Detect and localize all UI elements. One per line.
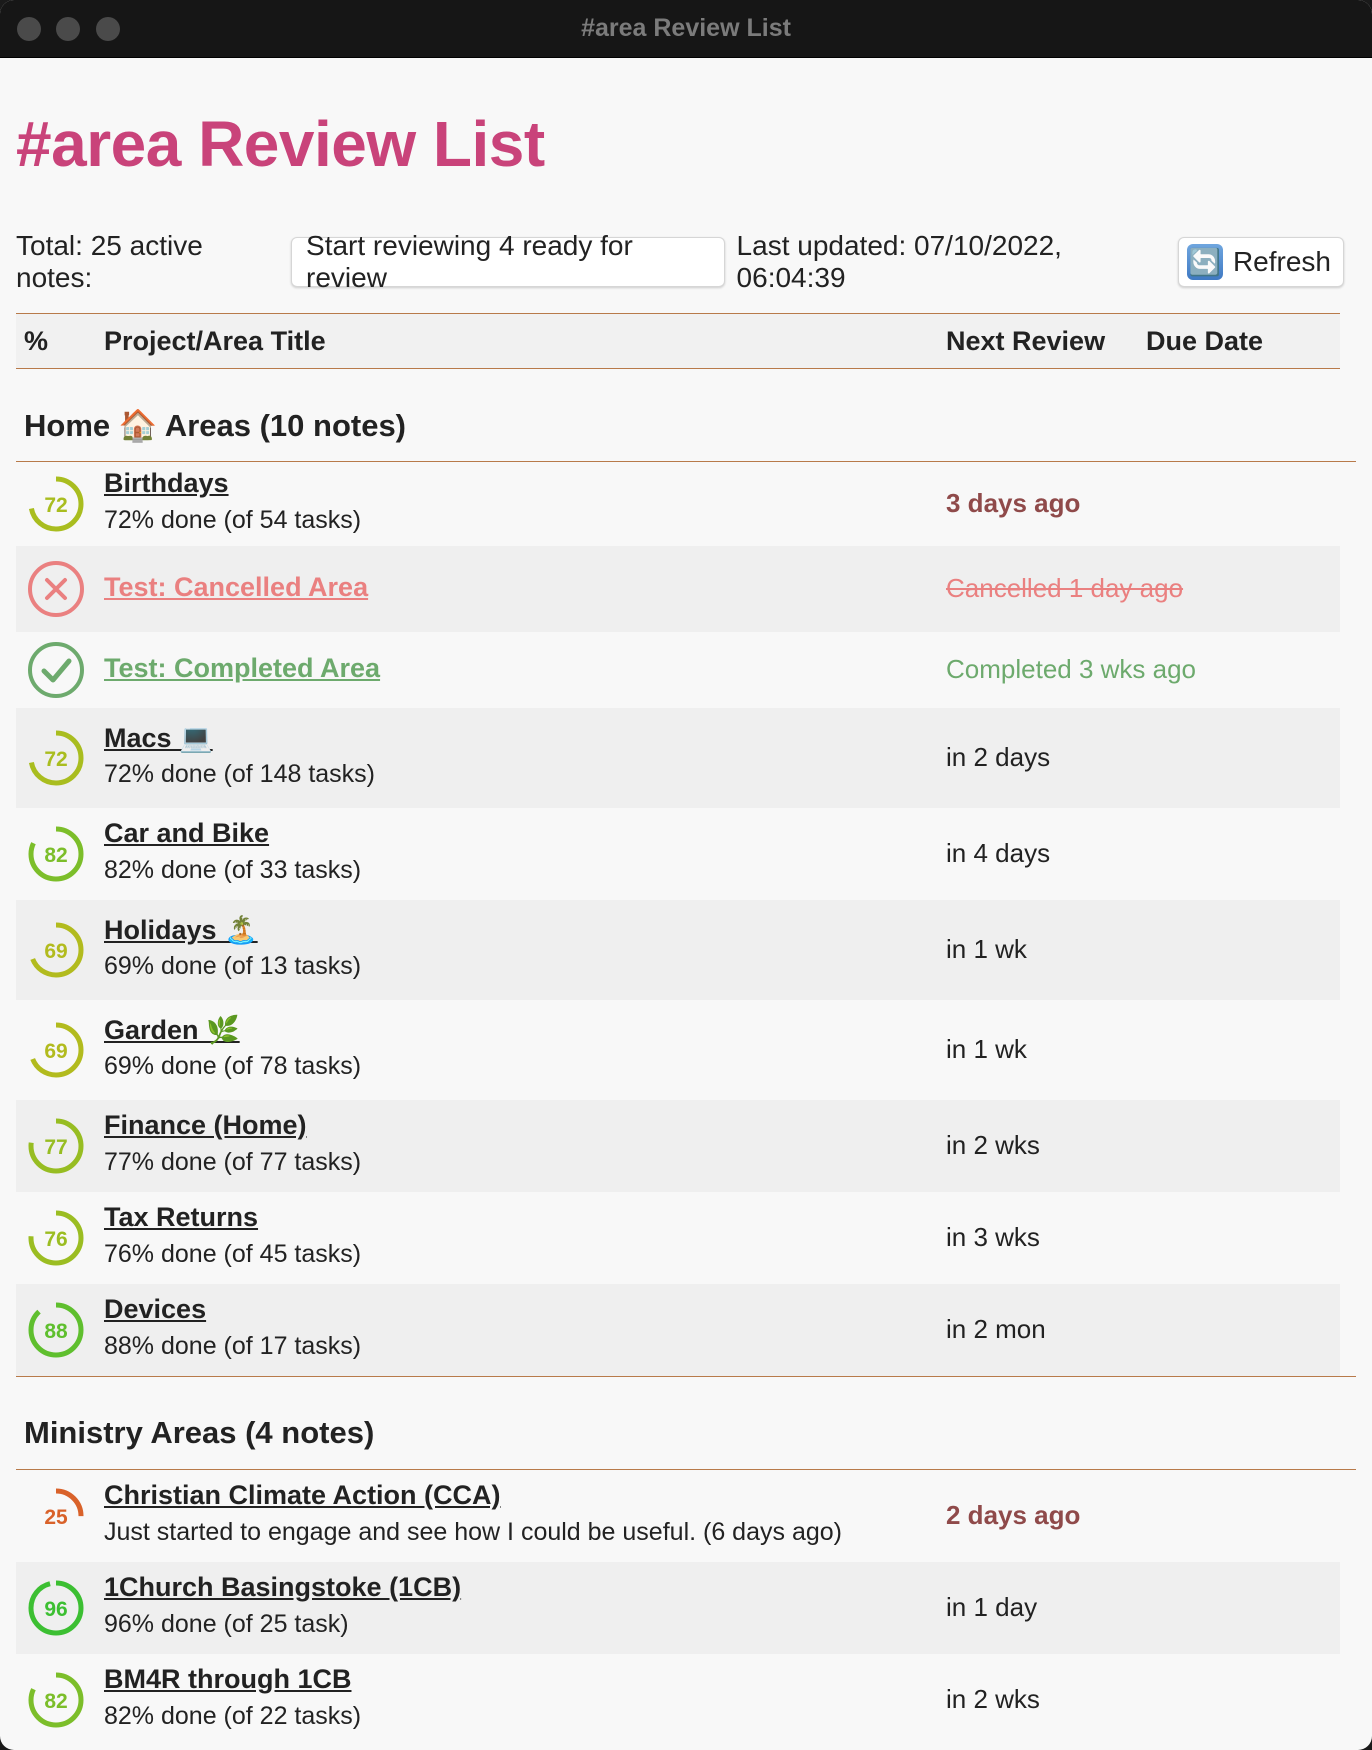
- table-row: 96 1Church Basingstoke (1CB) 96% done (of …: [16, 1562, 1340, 1654]
- progress-ring-icon: 72: [28, 730, 84, 786]
- table-row: 77 Finance (Home) 77% done (of 77 tasks) in…: [16, 1100, 1340, 1192]
- note-title-link[interactable]: Birthdays: [104, 468, 229, 499]
- table-row: 82 Car and Bike 82% done (of 33 tasks) in 4…: [16, 808, 1340, 900]
- note-title-link[interactable]: 1Church Basingstoke (1CB): [104, 1572, 461, 1603]
- progress-ring-icon: 96: [28, 1580, 84, 1636]
- refresh-button[interactable]: 🔄 Refresh: [1177, 237, 1344, 287]
- table-row: 69 Holidays 🏝️ 69% done (of 13 tasks) in 1 …: [16, 900, 1340, 1000]
- page-title: #area Review List: [16, 108, 545, 180]
- table-row: 76 Tax Returns 76% done (of 45 tasks) in 3 …: [16, 1192, 1340, 1284]
- next-review-value: in 2 wks: [946, 1684, 1040, 1714]
- next-review-value: in 2 wks: [946, 1130, 1040, 1160]
- svg-text:69: 69: [44, 940, 67, 963]
- progress-summary: 69% done (of 78 tasks): [104, 1052, 362, 1080]
- next-review-value: 3 days ago: [946, 488, 1081, 518]
- progress-ring-icon: 77: [28, 1118, 84, 1174]
- progress-ring-icon: 69: [28, 922, 84, 978]
- note-title-link[interactable]: Test: Cancelled Area: [104, 572, 368, 603]
- progress-ring-icon: 82: [28, 826, 84, 882]
- svg-text:76: 76: [44, 1228, 67, 1251]
- progress-ring-icon: 82: [28, 1672, 84, 1728]
- progress-ring-icon: 25: [28, 1488, 84, 1544]
- next-review-value: in 2 days: [946, 742, 1051, 772]
- section-title-text: Ministry Areas (4 notes): [24, 1415, 375, 1450]
- table-row: 69 Garden 🌿 69% done (of 78 tasks) in 1 wk: [16, 1000, 1340, 1100]
- progress-ring-icon: 76: [28, 1210, 84, 1266]
- note-title-link[interactable]: Finance (Home): [104, 1110, 307, 1141]
- svg-text:69: 69: [44, 1040, 67, 1063]
- svg-text:82: 82: [44, 844, 67, 867]
- table-row: 25 Christian Climate Action (CCA) Just sta…: [16, 1470, 1340, 1562]
- svg-text:82: 82: [44, 1690, 67, 1713]
- progress-summary: 88% done (of 17 tasks): [104, 1332, 362, 1360]
- svg-text:96: 96: [44, 1598, 67, 1621]
- start-reviewing-button[interactable]: Start reviewing 4 ready for review: [291, 230, 725, 293]
- note-title-link[interactable]: BM4R through 1CB: [104, 1664, 351, 1695]
- progress-summary: 72% done (of 148 tasks): [104, 760, 375, 788]
- progress-summary: 77% done (of 77 tasks): [104, 1148, 362, 1176]
- progress-ring-icon: 69: [28, 1022, 84, 1078]
- progress-summary: 82% done (of 33 tasks): [104, 856, 362, 884]
- note-title-link[interactable]: Holidays 🏝️: [104, 914, 258, 946]
- app-window: #area Review List #area Review List Tota…: [0, 0, 1372, 1750]
- cancelled-icon: [28, 561, 84, 617]
- next-review-value: in 2 mon: [946, 1314, 1046, 1344]
- header-title: Project/Area Title: [104, 326, 326, 356]
- svg-text:88: 88: [44, 1320, 68, 1343]
- note-title-link[interactable]: Tax Returns: [104, 1202, 258, 1233]
- last-updated-label: Last updated: 07/10/2022, 06:04:39: [736, 230, 1062, 293]
- header-percent: %: [24, 326, 49, 356]
- svg-text:72: 72: [44, 494, 67, 517]
- refresh-button-label: Refresh: [1232, 246, 1331, 277]
- total-notes-label: Total: 25 active notes:: [16, 230, 203, 293]
- next-review-value: in 1 wk: [946, 934, 1027, 964]
- progress-summary: 82% done (of 22 tasks): [104, 1702, 362, 1730]
- table-row: Test: Cancelled Area Cancelled 1 day ago: [16, 546, 1340, 632]
- section-title: Ministry Areas (4 notes): [16, 1377, 1356, 1470]
- next-review-value: Cancelled 1 day ago: [946, 573, 1184, 603]
- note-title-link[interactable]: Christian Climate Action (CCA): [104, 1480, 501, 1511]
- progress-ring-icon: 88: [28, 1302, 84, 1358]
- next-review-value: Completed 3 wks ago: [946, 654, 1197, 684]
- note-title-link[interactable]: Test: Completed Area: [104, 653, 380, 684]
- progress-ring-icon: 72: [28, 476, 84, 532]
- section-title-text: Home 🏠 Areas (10 notes): [24, 408, 407, 443]
- table-row: Test: Completed Area Completed 3 wks ago: [16, 632, 1340, 708]
- section-title: Home 🏠 Areas (10 notes): [16, 369, 1356, 462]
- next-review-value: 2 days ago: [946, 1500, 1081, 1530]
- table-row: 72 Birthdays 72% done (of 54 tasks) 3 days …: [16, 462, 1340, 546]
- note-title-link[interactable]: Devices: [104, 1294, 206, 1325]
- header-next-review: Next Review: [946, 326, 1106, 356]
- next-review-value: in 1 day: [946, 1592, 1038, 1622]
- progress-summary: Just started to engage and see how I cou…: [104, 1518, 842, 1546]
- progress-summary: 69% done (of 13 tasks): [104, 952, 362, 980]
- table-header: % Project/Area Title Next Review Due Dat…: [16, 313, 1340, 369]
- title-bar: #area Review List: [0, 0, 1372, 58]
- progress-summary: 72% done (of 54 tasks): [104, 506, 362, 534]
- window-title: #area Review List: [581, 14, 791, 42]
- svg-text:77: 77: [44, 1136, 67, 1159]
- next-review-value: in 4 days: [946, 838, 1051, 868]
- next-review-value: in 1 wk: [946, 1034, 1027, 1064]
- review-table: % Project/Area Title Next Review Due Dat…: [16, 313, 1356, 1746]
- refresh-icon: 🔄: [1186, 244, 1223, 280]
- toolbar: Total: 25 active notes: Start reviewing …: [16, 230, 1356, 293]
- svg-text:72: 72: [44, 748, 67, 771]
- next-review-value: in 3 wks: [946, 1222, 1040, 1252]
- svg-text:25: 25: [44, 1506, 68, 1529]
- progress-summary: 96% done (of 25 task): [104, 1610, 349, 1638]
- progress-summary: 76% done (of 45 tasks): [104, 1240, 362, 1268]
- note-title-link[interactable]: Garden 🌿: [104, 1014, 240, 1046]
- note-title-link[interactable]: Car and Bike: [104, 818, 269, 849]
- table-row: 72 Macs 💻 72% done (of 148 tasks) in 2 days: [16, 708, 1340, 808]
- table-row: 82 BM4R through 1CB 82% done (of 22 tasks)…: [16, 1654, 1340, 1746]
- completed-check-icon: [28, 642, 84, 698]
- header-due-date: Due Date: [1146, 326, 1264, 356]
- table-body: Home 🏠 Areas (10 notes) 72 Birthdays 72% do…: [16, 369, 1356, 1746]
- note-title-link[interactable]: Macs 💻: [104, 722, 213, 754]
- table-row: 88 Devices 88% done (of 17 tasks) in 2 mon: [16, 1284, 1340, 1376]
